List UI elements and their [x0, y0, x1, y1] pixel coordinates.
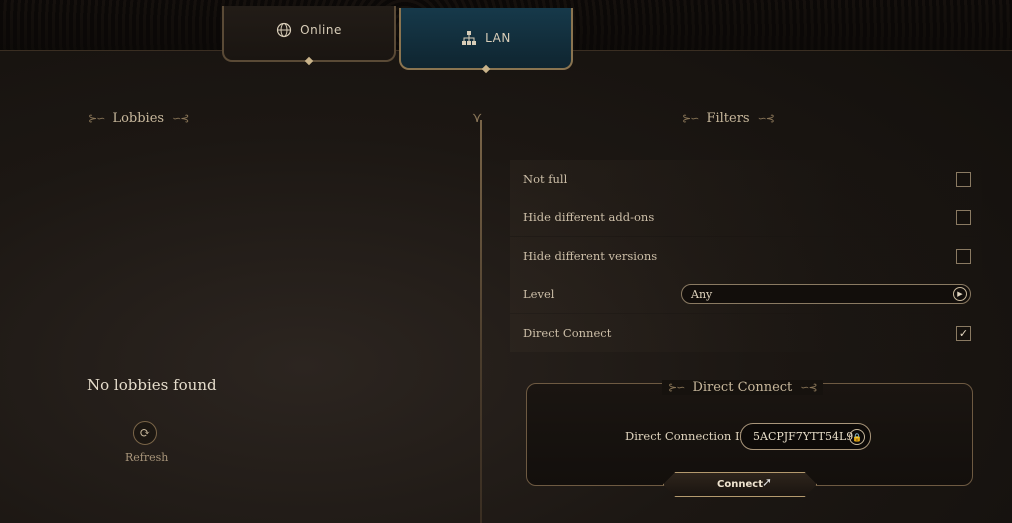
level-select[interactable]: Any ▶ — [681, 284, 971, 304]
connect-button[interactable]: Connect — [663, 472, 817, 497]
panel-divider — [480, 120, 482, 523]
refresh-icon: ⟳ — [139, 425, 151, 441]
direct-connection-id-label: Direct Connection ID — [625, 429, 749, 443]
tab-online-label: Online — [300, 23, 342, 37]
refresh-button[interactable]: ⟳ — [133, 421, 157, 445]
flourish-icon: ∽⊰ — [172, 112, 189, 125]
hide-addons-checkbox[interactable] — [956, 209, 971, 225]
checkmark-icon: ✓ — [958, 326, 969, 340]
direct-connection-id-value: 5ACPJF7YTT54L9 — [753, 430, 854, 443]
filter-label: Not full — [523, 172, 568, 186]
lock-icon[interactable]: 🔒 — [849, 429, 865, 445]
filter-label: Hide different add-ons — [523, 210, 655, 224]
not-full-checkbox[interactable] — [956, 171, 971, 187]
lobbies-header: ⊱∽ Lobbies ∽⊰ — [88, 111, 190, 126]
tab-marker — [481, 64, 491, 74]
flourish-icon: ∽⊰ — [757, 112, 775, 125]
lobbies-title: Lobbies — [112, 111, 165, 126]
tab-online[interactable]: Online — [222, 6, 396, 66]
filter-level: Level Any ▶ — [510, 275, 982, 313]
level-select-value: Any — [691, 287, 713, 301]
filter-label: Hide different versions — [523, 249, 658, 263]
tab-lan[interactable]: LAN — [399, 8, 573, 74]
connect-label: Connect — [717, 479, 763, 490]
filter-not-full: Not full — [510, 160, 982, 198]
flourish-icon: ⊱∽ — [668, 381, 685, 394]
filter-label: Level — [523, 287, 555, 301]
filter-hide-versions: Hide different versions — [510, 237, 982, 275]
direct-connect-checkbox[interactable]: ✓ — [956, 325, 971, 341]
tab-lan-label: LAN — [485, 31, 511, 45]
refresh-label[interactable]: Refresh — [125, 451, 168, 464]
flourish-icon: ∽⊰ — [800, 381, 817, 394]
network-icon — [461, 30, 477, 46]
chevron-right-icon: ▶ — [953, 287, 967, 301]
filter-hide-addons: Hide different add-ons — [510, 198, 982, 236]
direct-connect-header: ⊱∽ Direct Connect ∽⊰ — [662, 380, 823, 395]
mouse-cursor-icon: ➚ — [762, 475, 773, 489]
tab-marker — [304, 56, 314, 66]
no-lobbies-text: No lobbies found — [87, 376, 217, 394]
filter-direct-connect: Direct Connect ✓ — [510, 314, 982, 352]
flourish-icon: ⊱∽ — [88, 112, 105, 125]
direct-connection-id-input[interactable]: 5ACPJF7YTT54L9 🔒 — [740, 423, 871, 450]
filter-label: Direct Connect — [523, 326, 612, 340]
globe-icon — [276, 22, 292, 38]
filters-title: Filters — [706, 111, 750, 126]
filters-header: ⊱∽ Filters ∽⊰ — [682, 111, 775, 126]
flourish-icon: ⊱∽ — [682, 112, 699, 125]
hide-versions-checkbox[interactable] — [956, 248, 971, 264]
direct-connect-title: Direct Connect — [692, 380, 793, 395]
